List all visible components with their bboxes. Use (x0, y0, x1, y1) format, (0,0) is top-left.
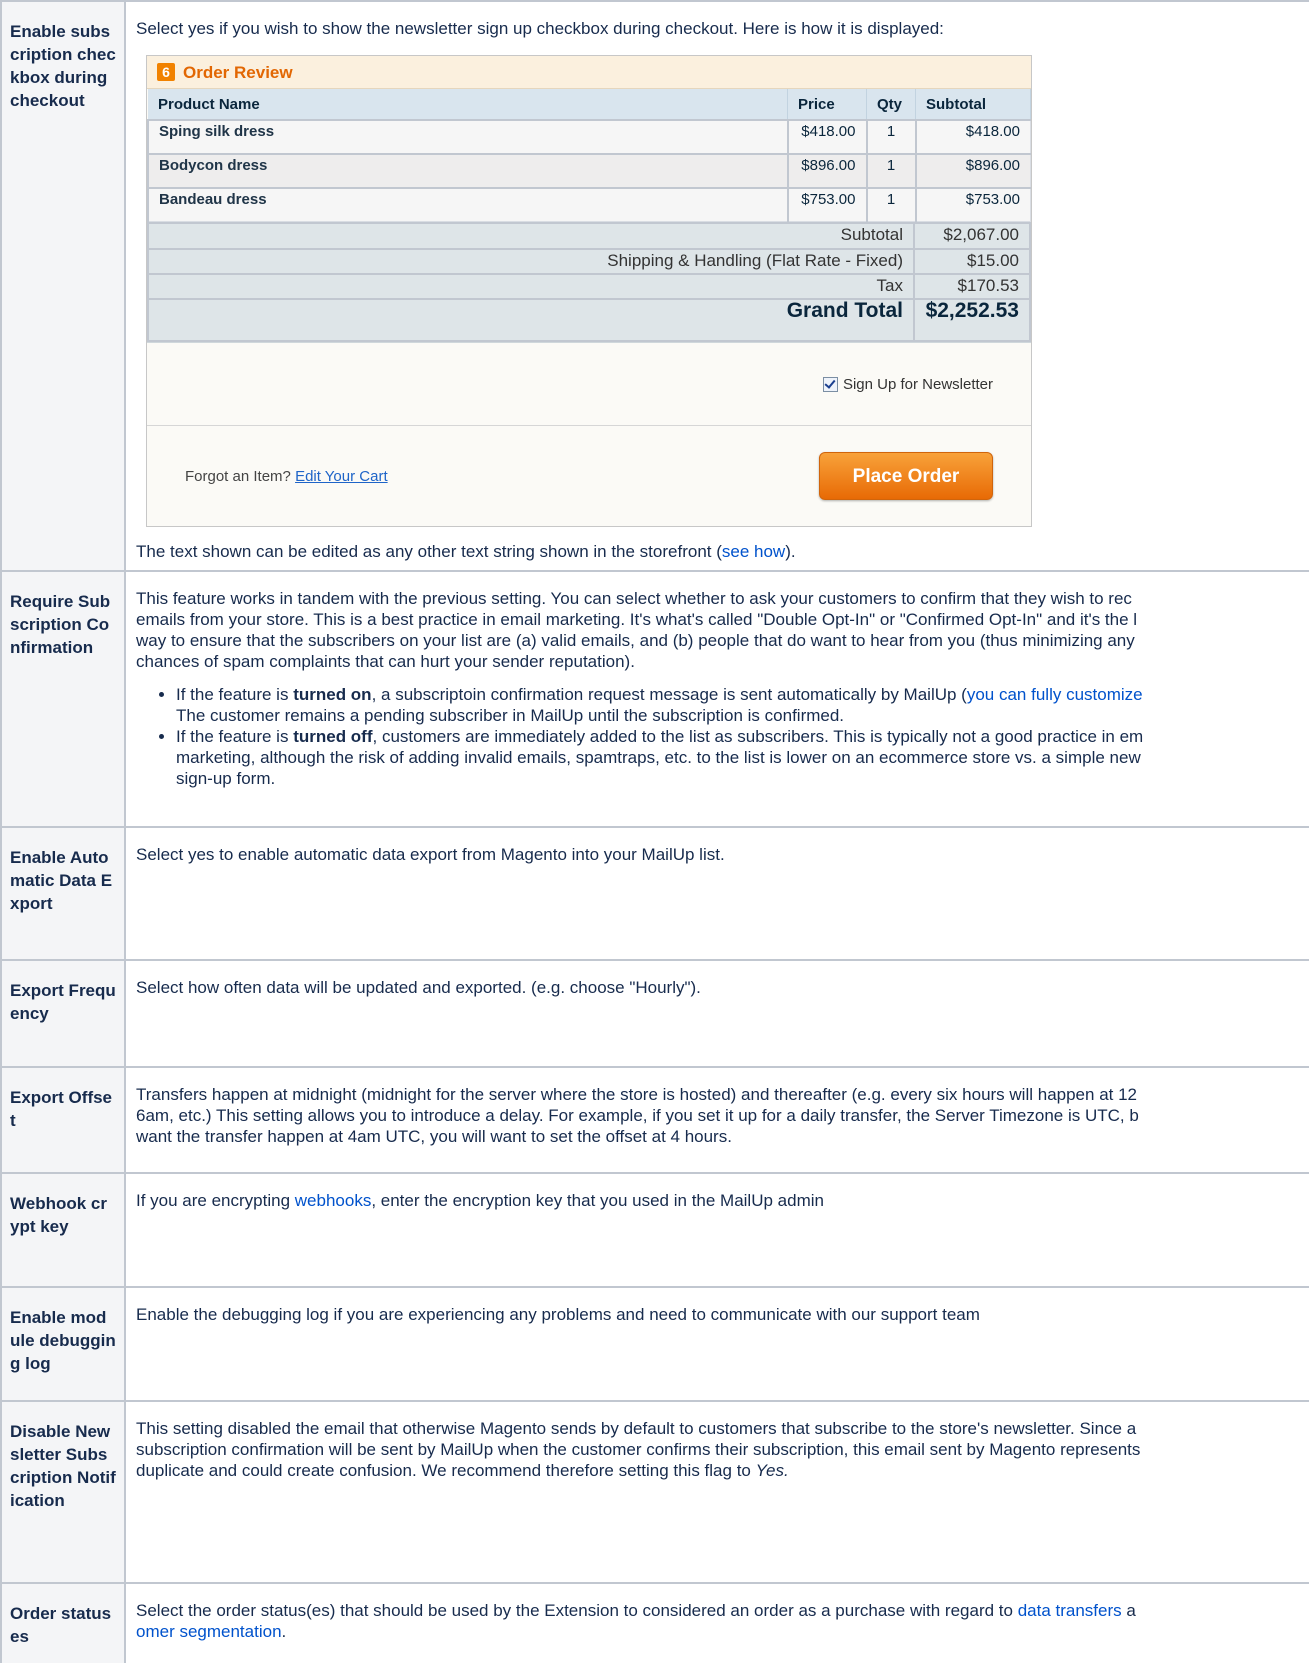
col-qty: Qty (866, 89, 916, 121)
note-text: The text shown can be edited as any othe… (136, 542, 722, 561)
totals-row: Tax $170.53 (147, 273, 1031, 300)
description-line: omer segmentation. (136, 1622, 287, 1641)
item-price: $753.00 (786, 187, 867, 222)
col-product-name: Product Name (148, 89, 788, 121)
bullet-list: If the feature is turned on, a subscript… (136, 684, 1309, 789)
table-row: Export Frequency Select how often data w… (0, 959, 1309, 1068)
document-page: Enable subscription checkbox during chec… (0, 0, 1309, 1663)
item-qty: 1 (865, 187, 916, 222)
newsletter-label: Sign Up for Newsletter (842, 375, 993, 393)
total-label: Subtotal (147, 222, 915, 250)
place-order-button[interactable]: Place Order (819, 452, 993, 500)
note-text-end: ). (785, 542, 796, 561)
setting-name: Require Subscription Confirmation (0, 570, 126, 828)
table-row: Enable Automatic Data Export Select yes … (0, 826, 1309, 961)
description-line: subscription confirmation will be sent b… (136, 1440, 1141, 1459)
total-value: $170.53 (913, 273, 1031, 300)
table-row: Bodycon dress $896.00 1 $896.00 (147, 153, 1031, 189)
order-review-header: 6 Order Review (147, 56, 1031, 89)
step-number-badge: 6 (157, 63, 175, 81)
setting-name: Enable subscription checkbox during chec… (0, 0, 126, 572)
table-row: Sping silk dress $418.00 1 $418.00 (147, 119, 1031, 155)
col-subtotal: Subtotal (915, 89, 1031, 121)
table-row: Order statuses Select the order status(e… (0, 1582, 1309, 1663)
total-value: $2,067.00 (913, 222, 1031, 250)
description-line: want the transfer happen at 4am UTC, you… (136, 1127, 732, 1146)
customize-link[interactable]: you can fully customize (967, 685, 1143, 704)
col-price: Price (787, 89, 867, 121)
see-how-link[interactable]: see how (722, 542, 785, 561)
newsletter-option[interactable]: Sign Up for Newsletter (147, 342, 1031, 426)
item-name: Bodycon dress (147, 153, 788, 189)
table-row: Enable module debugging log Enable the d… (0, 1286, 1309, 1402)
totals-row: Subtotal $2,067.00 (147, 222, 1031, 250)
item-subtotal: $896.00 (914, 153, 1031, 189)
setting-name: Order statuses (0, 1582, 126, 1663)
item-name: Bandeau dress (147, 187, 788, 222)
item-qty: 1 (865, 153, 916, 189)
order-review-title: Order Review (183, 62, 293, 82)
description-line: Select the order status(es) that should … (136, 1601, 1136, 1620)
item-name: Sping silk dress (147, 119, 788, 155)
grand-total-value: $2,252.53 (913, 298, 1031, 342)
table-row: Disable Newsletter Subscription Notifica… (0, 1400, 1309, 1584)
description-line: This setting disabled the email that oth… (136, 1419, 1137, 1438)
settings-table: Enable subscription checkbox during chec… (0, 0, 1309, 1663)
total-label: Shipping & Handling (Flat Rate - Fixed) (147, 248, 915, 275)
item-price: $896.00 (786, 153, 867, 189)
description-line: This feature works in tandem with the pr… (136, 589, 1132, 608)
order-totals: Subtotal $2,067.00 Shipping & Handling (… (147, 222, 1031, 342)
setting-description: Select yes to enable automatic data expo… (124, 826, 1309, 961)
total-label: Tax (147, 273, 915, 300)
webhooks-link[interactable]: webhooks (295, 1191, 372, 1210)
list-item: If the feature is turned on, a subscript… (176, 684, 1309, 726)
edit-cart-link[interactable]: Edit Your Cart (295, 468, 388, 485)
setting-name: Disable Newsletter Subscription Notifica… (0, 1400, 126, 1584)
order-items-table: Product Name Price Qty Subtotal Sping si… (147, 89, 1031, 222)
data-transfers-link[interactable]: data transfers (1018, 1601, 1122, 1620)
description-line: way to ensure that the subscribers on yo… (136, 631, 1135, 650)
setting-name: Webhook crypt key (0, 1172, 126, 1288)
order-review-footer: Forgot an Item? Edit Your Cart Place Ord… (147, 426, 1031, 526)
setting-name: Export Offset (0, 1066, 126, 1174)
description-line: 6am, etc.) This setting allows you to in… (136, 1106, 1139, 1125)
order-review-screenshot: 6 Order Review Product Name Price Qty Su… (146, 55, 1032, 527)
setting-name: Export Frequency (0, 959, 126, 1068)
table-row: Export Offset Transfers happen at midnig… (0, 1066, 1309, 1174)
item-qty: 1 (865, 119, 916, 155)
grand-total-row: Grand Total $2,252.53 (147, 298, 1031, 342)
setting-name: Enable module debugging log (0, 1286, 126, 1402)
description-line: duplicate and could create confusion. We… (136, 1461, 789, 1480)
list-item: If the feature is turned off, customers … (176, 726, 1309, 789)
table-row: Enable subscription checkbox during chec… (0, 0, 1309, 572)
setting-name: Enable Automatic Data Export (0, 826, 126, 961)
totals-row: Shipping & Handling (Flat Rate - Fixed) … (147, 248, 1031, 275)
setting-description: Select how often data will be updated an… (124, 959, 1309, 1068)
forgot-item-label: Forgot an Item? (185, 467, 291, 485)
setting-description: Select yes if you wish to show the newsl… (136, 19, 944, 38)
forgot-item-text: Forgot an Item? Edit Your Cart (185, 466, 388, 487)
item-subtotal: $418.00 (914, 119, 1031, 155)
setting-description: If you are encrypting webhooks, enter th… (124, 1172, 1309, 1288)
description-line: chances of spam complaints that can hurt… (136, 652, 635, 671)
grand-total-label: Grand Total (147, 298, 915, 342)
item-price: $418.00 (786, 119, 867, 155)
table-row: Webhook crypt key If you are encrypting … (0, 1172, 1309, 1288)
total-value: $15.00 (913, 248, 1031, 275)
setting-description: Enable the debugging log if you are expe… (124, 1286, 1309, 1402)
table-row: Require Subscription Confirmation This f… (0, 570, 1309, 828)
newsletter-checkbox[interactable] (822, 376, 838, 392)
table-header-row: Product Name Price Qty Subtotal (148, 89, 1031, 121)
setting-note: The text shown can be edited as any othe… (136, 541, 796, 562)
segmentation-link[interactable]: omer segmentation (136, 1622, 282, 1641)
table-row: Bandeau dress $753.00 1 $753.00 (147, 187, 1031, 222)
description-line: Transfers happen at midnight (midnight f… (136, 1085, 1137, 1104)
item-subtotal: $753.00 (914, 187, 1031, 222)
description-line: emails from your store. This is a best p… (136, 610, 1138, 629)
